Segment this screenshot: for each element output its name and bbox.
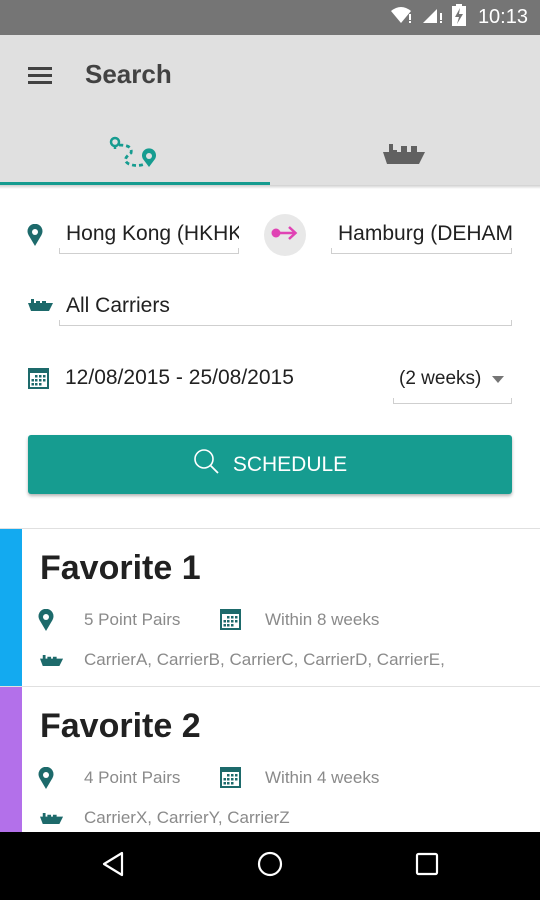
tab-bar: [0, 125, 540, 185]
calendar-icon: [28, 368, 49, 389]
ship-icon: [40, 811, 64, 825]
back-button[interactable]: [93, 846, 133, 886]
time-window: Within 4 weeks: [265, 768, 380, 787]
schedule-button[interactable]: SCHEDULE: [28, 435, 512, 494]
route-arrow-icon: [271, 225, 299, 246]
favorite-card[interactable]: Favorite 2 4 Point Pairs Within 4 weeks …: [0, 686, 540, 832]
schedule-button-label: SCHEDULE: [232, 452, 348, 476]
point-pairs-count: 5 Point Pairs: [84, 610, 181, 629]
destination-input[interactable]: Hamburg (DEHAM): [331, 218, 512, 254]
route-icon: [109, 133, 161, 178]
date-range-field[interactable]: 12/08/2015 - 25/08/2015: [65, 366, 294, 390]
favorite-color-stripe: [0, 529, 22, 686]
calendar-icon: [220, 609, 241, 630]
carrier-input[interactable]: All Carriers: [59, 290, 512, 326]
location-pin-icon: [38, 767, 54, 789]
ship-icon: [40, 653, 64, 667]
dropdown-caret-icon: [492, 376, 504, 383]
tab-route[interactable]: [0, 125, 270, 185]
point-pairs-count: 4 Point Pairs: [84, 768, 181, 787]
search-icon: [193, 448, 221, 482]
favorite-color-stripe: [0, 687, 22, 832]
ship-icon: [383, 140, 427, 171]
app-bar-shadow: [0, 185, 540, 189]
wifi-icon: [390, 5, 414, 30]
swap-direction-button[interactable]: [264, 214, 306, 256]
recents-square-icon: [415, 852, 439, 881]
system-nav-bar: [0, 832, 540, 900]
favorite-title: Favorite 2: [40, 707, 201, 745]
back-triangle-icon: [101, 851, 125, 882]
home-button[interactable]: [250, 846, 290, 886]
favorite-card[interactable]: Favorite 1 5 Point Pairs Within 8 weeks …: [0, 528, 540, 686]
battery-charging-icon: [451, 4, 466, 31]
calendar-icon: [220, 767, 241, 788]
carrier-list: CarrierA, CarrierB, CarrierC, CarrierD, …: [84, 650, 445, 669]
signal-icon: [422, 5, 444, 30]
location-pin-icon: [24, 222, 46, 248]
range-dropdown-value: (2 weeks): [399, 368, 482, 389]
recents-button[interactable]: [407, 846, 447, 886]
origin-input[interactable]: Hong Kong (HKHKG): [59, 218, 239, 254]
clock: 10:13: [477, 6, 528, 28]
home-circle-icon: [257, 851, 283, 882]
favorite-title: Favorite 1: [40, 549, 201, 587]
location-pin-icon: [38, 609, 54, 631]
time-window: Within 8 weeks: [265, 610, 380, 629]
hamburger-icon: [27, 65, 53, 90]
menu-button[interactable]: [20, 57, 60, 97]
status-bar: 10:13: [0, 0, 540, 35]
range-dropdown[interactable]: (2 weeks): [393, 364, 512, 404]
ship-icon: [28, 296, 54, 314]
app-bar: Search: [0, 35, 540, 185]
carrier-list: CarrierX, CarrierY, CarrierZ: [84, 808, 290, 827]
tab-vessel[interactable]: [270, 125, 540, 185]
page-title: Search: [85, 59, 172, 89]
